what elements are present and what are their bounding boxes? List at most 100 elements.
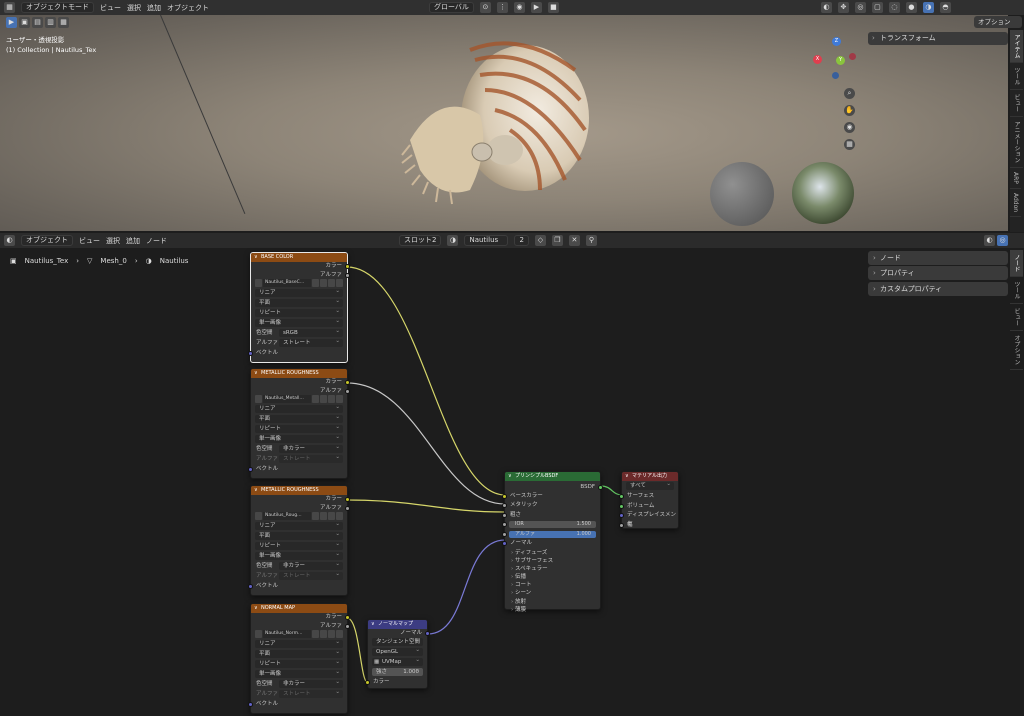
- interpolation-select[interactable]: リニア: [255, 287, 343, 297]
- bsdf-section-panel[interactable]: › スペキュラー: [505, 565, 600, 573]
- socket[interactable]: [619, 522, 624, 528]
- socket[interactable]: [248, 351, 253, 356]
- alpha-mode-select[interactable]: ストレート: [279, 453, 343, 463]
- socket[interactable]: [345, 388, 350, 394]
- duplicate-icon[interactable]: [320, 395, 327, 403]
- socket[interactable]: [502, 493, 507, 499]
- bsdf-section-panel[interactable]: › コート: [505, 581, 600, 589]
- socket[interactable]: [619, 503, 624, 509]
- projection-select[interactable]: 平面: [255, 648, 343, 658]
- socket[interactable]: [619, 513, 624, 518]
- close-icon[interactable]: [336, 512, 343, 520]
- colorspace-select[interactable]: sRGB: [279, 327, 343, 337]
- image-select-row[interactable]: Nautilus_BaseC…: [255, 279, 343, 287]
- socket[interactable]: [345, 272, 350, 278]
- projection-select[interactable]: 平面: [255, 297, 343, 307]
- bsdf-section-panel[interactable]: › ディフューズ: [505, 549, 600, 557]
- socket[interactable]: [365, 679, 370, 685]
- socket[interactable]: [619, 494, 624, 499]
- socket[interactable]: [598, 485, 603, 490]
- open-folder-icon[interactable]: [328, 512, 335, 520]
- image-texture-node[interactable]: BASE COLOR カラー アルファ Nautilus_BaseC… リニア …: [248, 252, 350, 363]
- output-target-select[interactable]: すべて: [626, 480, 674, 490]
- alpha-mode-select[interactable]: ストレート: [279, 688, 343, 698]
- bsdf-section-panel[interactable]: › サブサーフェス: [505, 557, 600, 565]
- socket[interactable]: [248, 467, 253, 472]
- image-name[interactable]: Nautilus_Roug…: [263, 512, 311, 520]
- projection-select[interactable]: 平面: [255, 413, 343, 423]
- image-select-row[interactable]: Nautilus_Roug…: [255, 512, 343, 520]
- duplicate-icon[interactable]: [320, 630, 327, 638]
- socket[interactable]: [345, 505, 350, 511]
- close-icon[interactable]: [336, 395, 343, 403]
- duplicate-icon[interactable]: [320, 512, 327, 520]
- source-select[interactable]: 単一画像: [255, 433, 343, 443]
- fake-user-icon[interactable]: [312, 279, 319, 287]
- open-folder-icon[interactable]: [328, 279, 335, 287]
- bsdf-section-panel[interactable]: › 伝播: [505, 573, 600, 581]
- image-name[interactable]: Nautilus_Norm…: [263, 630, 311, 638]
- image-texture-node[interactable]: NORMAL MAP カラー アルファ Nautilus_Norm… リニア 平…: [248, 603, 350, 714]
- ior-field[interactable]: IOR 1.500: [509, 521, 596, 528]
- strength-label: 強さ: [376, 668, 388, 675]
- socket[interactable]: [502, 522, 507, 527]
- extension-select[interactable]: リピート: [255, 540, 343, 550]
- socket[interactable]: [248, 584, 253, 589]
- close-icon[interactable]: [336, 630, 343, 638]
- socket[interactable]: [345, 380, 350, 385]
- socket[interactable]: [345, 497, 350, 502]
- socket[interactable]: [502, 541, 507, 546]
- colorspace-select[interactable]: 非カラー: [279, 560, 343, 570]
- socket[interactable]: [345, 623, 350, 629]
- normal-strength-field[interactable]: 強さ 1.000: [372, 666, 423, 676]
- socket[interactable]: [502, 531, 507, 537]
- bsdf-section-panel[interactable]: › シーン: [505, 589, 600, 597]
- extension-select[interactable]: リピート: [255, 658, 343, 668]
- image-select-row[interactable]: Nautilus_Metall…: [255, 395, 343, 403]
- normal-convention-select[interactable]: OpenGL: [372, 646, 423, 656]
- fake-user-icon[interactable]: [312, 512, 319, 520]
- colorspace-label: 色空間: [256, 681, 273, 687]
- bsdf-section-label: 放射: [514, 598, 526, 605]
- image-name[interactable]: Nautilus_BaseC…: [263, 279, 311, 287]
- socket[interactable]: [425, 631, 430, 636]
- colorspace-select[interactable]: 非カラー: [279, 443, 343, 453]
- source-select[interactable]: 単一画像: [255, 550, 343, 560]
- socket[interactable]: [345, 264, 350, 269]
- open-folder-icon[interactable]: [328, 395, 335, 403]
- bsdf-section-label: コート: [514, 582, 532, 589]
- close-icon[interactable]: [336, 279, 343, 287]
- interpolation-select[interactable]: リニア: [255, 403, 343, 413]
- bsdf-output-label: BSDF: [580, 484, 595, 490]
- principled-bsdf-node[interactable]: プリンシプルBSDF BSDF ベースカラー メタリック 粗さ IOR 1.500…: [502, 471, 603, 613]
- material-output-node[interactable]: マテリアル出力 すべて サーフェス ボリューム ディスプレイスメント 幅: [619, 471, 679, 529]
- fake-user-icon[interactable]: [312, 630, 319, 638]
- extension-select[interactable]: リピート: [255, 307, 343, 317]
- image-texture-node[interactable]: METALLIC ROUGHNESS カラー アルファ Nautilus_Met…: [248, 368, 350, 479]
- normal-space-select[interactable]: タンジェント空間: [372, 636, 423, 646]
- interpolation-select[interactable]: リニア: [255, 638, 343, 648]
- alpha-mode-select[interactable]: ストレート: [279, 337, 343, 347]
- extension-select[interactable]: リピート: [255, 423, 343, 433]
- normal-map-node[interactable]: ノーマルマップ ノーマル タンジェント空間 OpenGL ▦UVMap 強さ1.…: [365, 619, 430, 689]
- image-select-row[interactable]: Nautilus_Norm…: [255, 630, 343, 638]
- socket[interactable]: [502, 503, 507, 508]
- source-select[interactable]: 単一画像: [255, 317, 343, 327]
- bsdf-section-panel[interactable]: › 薄膜: [505, 606, 600, 614]
- fake-user-icon[interactable]: [312, 395, 319, 403]
- source-select[interactable]: 単一画像: [255, 668, 343, 678]
- socket[interactable]: [345, 615, 350, 620]
- alpha-mode-select[interactable]: ストレート: [279, 570, 343, 580]
- duplicate-icon[interactable]: [320, 279, 327, 287]
- uv-map-field[interactable]: ▦ UVMap: [372, 656, 423, 666]
- socket[interactable]: [502, 512, 507, 518]
- alpha-field[interactable]: アルファ 1.000: [509, 530, 596, 538]
- bsdf-section-panel[interactable]: › 放射: [505, 598, 600, 606]
- colorspace-select[interactable]: 非カラー: [279, 678, 343, 688]
- open-folder-icon[interactable]: [328, 630, 335, 638]
- image-name[interactable]: Nautilus_Metall…: [263, 395, 311, 403]
- projection-select[interactable]: 平面: [255, 530, 343, 540]
- socket[interactable]: [248, 702, 253, 707]
- image-texture-node[interactable]: METALLIC ROUGHNESS カラー アルファ Nautilus_Rou…: [248, 485, 350, 596]
- interpolation-select[interactable]: リニア: [255, 520, 343, 530]
